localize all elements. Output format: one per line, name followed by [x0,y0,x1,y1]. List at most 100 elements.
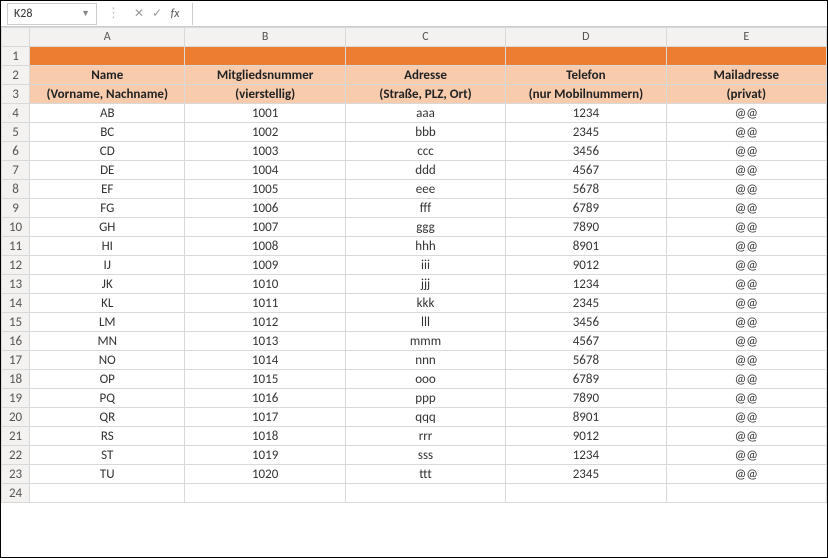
row-header[interactable]: 12 [2,256,30,275]
header-memno-sub[interactable]: (vierstellig) [185,85,345,104]
cell-name[interactable]: EF [30,180,185,199]
cell-name[interactable]: DE [30,161,185,180]
fx-icon[interactable]: fx [166,7,184,21]
row-header[interactable]: 17 [2,351,30,370]
cell[interactable] [345,484,505,503]
row-header[interactable]: 8 [2,180,30,199]
cell-addr[interactable]: hhh [345,237,505,256]
cell-memno[interactable]: 1017 [185,408,345,427]
cell-name[interactable]: FG [30,199,185,218]
row-header[interactable]: 19 [2,389,30,408]
cell-addr[interactable]: ccc [345,142,505,161]
cell-mail[interactable]: @@ [666,370,826,389]
cell-mail[interactable]: @@ [666,104,826,123]
row-header[interactable]: 5 [2,123,30,142]
cell-tel[interactable]: 6789 [506,199,666,218]
cell-mail[interactable]: @@ [666,161,826,180]
header-tel-sub[interactable]: (nur Mobilnummern) [506,85,666,104]
cell-addr[interactable]: lll [345,313,505,332]
row-header[interactable]: 10 [2,218,30,237]
cell[interactable] [185,47,345,66]
cell-name[interactable]: ST [30,446,185,465]
row-header[interactable]: 1 [2,47,30,66]
col-header-D[interactable]: D [506,28,666,47]
cell[interactable] [666,484,826,503]
cell-addr[interactable]: kkk [345,294,505,313]
cell-tel[interactable]: 2345 [506,465,666,484]
cell-memno[interactable]: 1019 [185,446,345,465]
cell-addr[interactable]: rrr [345,427,505,446]
row-header[interactable]: 24 [2,484,30,503]
header-mail-sub[interactable]: (privat) [666,85,826,104]
cell-mail[interactable]: @@ [666,332,826,351]
header-addr[interactable]: Adresse [345,66,505,85]
cell-tel[interactable]: 1234 [506,275,666,294]
cell-mail[interactable]: @@ [666,123,826,142]
col-header-A[interactable]: A [30,28,185,47]
cell-memno[interactable]: 1001 [185,104,345,123]
cell-name[interactable]: GH [30,218,185,237]
cell[interactable] [345,47,505,66]
header-mail[interactable]: Mailadresse [666,66,826,85]
cell-mail[interactable]: @@ [666,142,826,161]
cell-addr[interactable]: ttt [345,465,505,484]
row-header[interactable]: 14 [2,294,30,313]
cell-mail[interactable]: @@ [666,389,826,408]
cell-name[interactable]: OP [30,370,185,389]
cell[interactable] [30,47,185,66]
cancel-icon[interactable]: ✕ [130,6,148,21]
cell-tel[interactable]: 2345 [506,294,666,313]
row-header[interactable]: 6 [2,142,30,161]
cell-tel[interactable]: 5678 [506,180,666,199]
cell-tel[interactable]: 3456 [506,142,666,161]
row-header[interactable]: 13 [2,275,30,294]
cell-name[interactable]: PQ [30,389,185,408]
cell-name[interactable]: QR [30,408,185,427]
row-header[interactable]: 4 [2,104,30,123]
cell-addr[interactable]: sss [345,446,505,465]
cell-tel[interactable]: 7890 [506,389,666,408]
cell-memno[interactable]: 1004 [185,161,345,180]
cell-tel[interactable]: 5678 [506,351,666,370]
cell-tel[interactable]: 1234 [506,446,666,465]
cell-name[interactable]: HI [30,237,185,256]
cell-memno[interactable]: 1018 [185,427,345,446]
cell-mail[interactable]: @@ [666,180,826,199]
cell[interactable] [30,484,185,503]
row-header[interactable]: 2 [2,66,30,85]
cell-addr[interactable]: iii [345,256,505,275]
cell-name[interactable]: JK [30,275,185,294]
select-all-corner[interactable] [2,28,30,47]
cell-addr[interactable]: jjj [345,275,505,294]
cell-name[interactable]: NO [30,351,185,370]
cell-tel[interactable]: 8901 [506,408,666,427]
cell-name[interactable]: CD [30,142,185,161]
cell-name[interactable]: IJ [30,256,185,275]
cell-memno[interactable]: 1002 [185,123,345,142]
row-header[interactable]: 16 [2,332,30,351]
cell-memno[interactable]: 1014 [185,351,345,370]
col-header-C[interactable]: C [345,28,505,47]
cell-tel[interactable]: 7890 [506,218,666,237]
cell-addr[interactable]: fff [345,199,505,218]
cell-tel[interactable]: 3456 [506,313,666,332]
cell-name[interactable]: TU [30,465,185,484]
cell-mail[interactable]: @@ [666,313,826,332]
cell-name[interactable]: MN [30,332,185,351]
cell-memno[interactable]: 1003 [185,142,345,161]
cell-mail[interactable]: @@ [666,294,826,313]
cell-mail[interactable]: @@ [666,199,826,218]
cell-tel[interactable]: 1234 [506,104,666,123]
chevron-down-icon[interactable]: ▼ [81,8,90,19]
cell-tel[interactable]: 4567 [506,161,666,180]
cell-addr[interactable]: ddd [345,161,505,180]
cell-addr[interactable]: aaa [345,104,505,123]
cell-tel[interactable]: 4567 [506,332,666,351]
cell-tel[interactable]: 9012 [506,256,666,275]
cell-memno[interactable]: 1011 [185,294,345,313]
row-header[interactable]: 11 [2,237,30,256]
cell-name[interactable]: RS [30,427,185,446]
row-header[interactable]: 23 [2,465,30,484]
row-header[interactable]: 20 [2,408,30,427]
cell-memno[interactable]: 1009 [185,256,345,275]
